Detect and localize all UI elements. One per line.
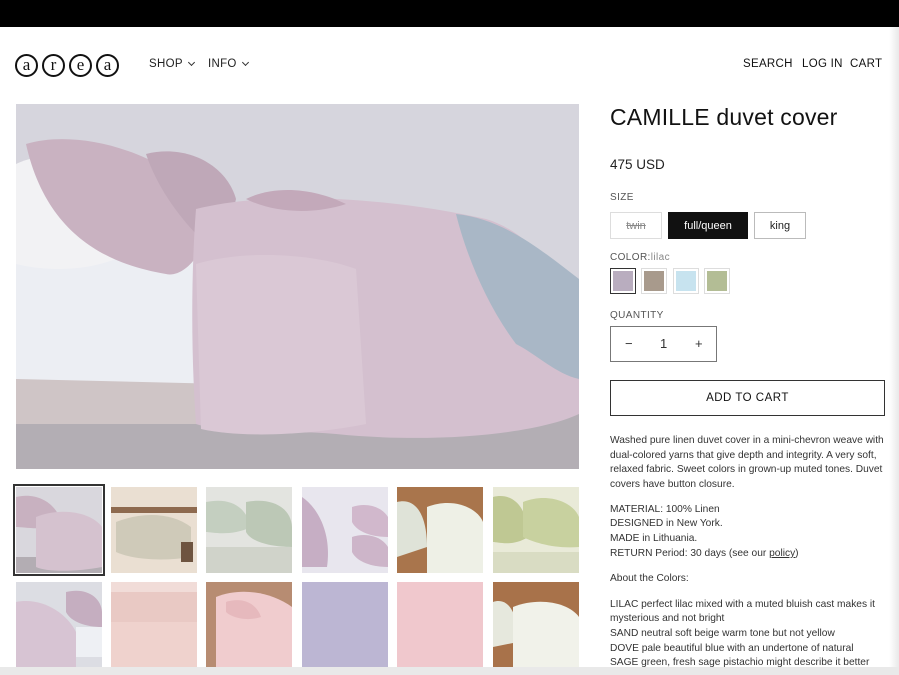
quantity-input[interactable]: 1 [660,336,667,351]
color-value: lilac [650,252,670,263]
swatch-fill [613,271,633,291]
swatch-fill [707,271,727,291]
thumbnail-11[interactable] [397,582,483,668]
thumbnail-image [206,582,292,668]
chevron-down-icon [241,58,249,67]
swatch-sage[interactable] [704,268,730,294]
product-description: Washed pure linen duvet cover in a mini-… [610,435,884,490]
swatch-dove[interactable] [673,268,699,294]
page-bottom-edge [0,667,899,675]
colors-line-1: LILAC perfect lilac mixed with a muted b… [610,599,875,610]
logo-letter: e [69,54,92,77]
thumbnail-1[interactable] [13,484,105,576]
thumbnail-5[interactable] [397,487,483,573]
thumbnail-10[interactable] [302,582,388,668]
quantity-label: QUANTITY [610,310,664,321]
return-suffix: ) [795,548,799,559]
about-colors-heading: About the Colors: [610,573,689,584]
policy-link[interactable]: policy [769,548,795,559]
color-label-text: COLOR: [610,252,651,263]
size-option-full-queen[interactable]: full/queen [668,212,748,239]
nav-shop-label: SHOP [149,58,183,70]
thumbnail-8[interactable] [111,582,197,668]
nav-shop[interactable]: SHOP [149,58,195,70]
thumbnail-image [111,582,197,668]
thumbnail-9[interactable] [206,582,292,668]
site-logo[interactable]: a r e a [15,54,119,78]
thumbnail-image [397,582,483,668]
add-to-cart-button[interactable]: ADD TO CART [610,380,885,416]
nav-info[interactable]: INFO [208,58,249,70]
page-scroll-edge [889,27,899,675]
size-option-twin[interactable]: twin [610,212,662,239]
colors-line-3: SAND neutral soft beige warm tone but no… [610,628,835,639]
thumbnail-image [302,582,388,668]
nav-cart[interactable]: CART [850,58,882,70]
thumbnail-image [302,487,388,573]
product-made: MADE in Lithuania. [610,533,698,544]
main-product-image[interactable] [16,104,579,469]
size-option-king[interactable]: king [754,212,806,239]
thumbnail-2[interactable] [111,487,197,573]
product-title: CAMILLE duvet cover [610,104,838,130]
quantity-stepper: − 1 + [610,326,717,362]
product-return: RETURN Period: 30 days (see our policy) [610,547,890,562]
product-designed: DESIGNED in New York. [610,518,723,529]
thumbnail-7[interactable] [16,582,102,668]
logo-letter: a [96,54,119,77]
thumbnail-image [206,487,292,573]
swatch-lilac[interactable] [610,268,636,294]
thumbnail-image [397,487,483,573]
browser-top-bar [0,0,899,27]
product-price: 475 USD [610,157,665,172]
thumbnail-3[interactable] [206,487,292,573]
thumbnail-image [493,582,579,668]
nav-search[interactable]: SEARCH [743,58,793,70]
thumbnail-image [16,487,102,573]
thumbnail-12[interactable] [493,582,579,668]
nav-login[interactable]: LOG IN [802,58,843,70]
size-label: SIZE [610,192,634,203]
logo-letter: a [15,54,38,77]
chevron-down-icon [187,58,195,67]
swatch-sand[interactable] [641,268,667,294]
quantity-increase-button[interactable]: + [695,336,703,351]
thumbnail-image [111,487,197,573]
logo-letter: r [42,54,65,77]
color-label: COLOR:lilac [610,252,670,263]
return-text: RETURN Period: 30 days (see our [610,548,767,559]
thumbnail-image [16,582,102,668]
nav-info-label: INFO [208,58,237,70]
colors-line-2: mysterious and not bright [610,613,725,624]
bed-illustration [16,104,579,469]
swatch-fill [644,271,664,291]
swatch-fill [676,271,696,291]
colors-line-4: DOVE pale beautiful blue with an underto… [610,643,854,654]
quantity-decrease-button[interactable]: − [625,336,633,351]
thumbnail-image [493,487,579,573]
thumbnail-4[interactable] [302,487,388,573]
thumbnail-6[interactable] [493,487,579,573]
product-material: MATERIAL: 100% Linen [610,504,720,515]
